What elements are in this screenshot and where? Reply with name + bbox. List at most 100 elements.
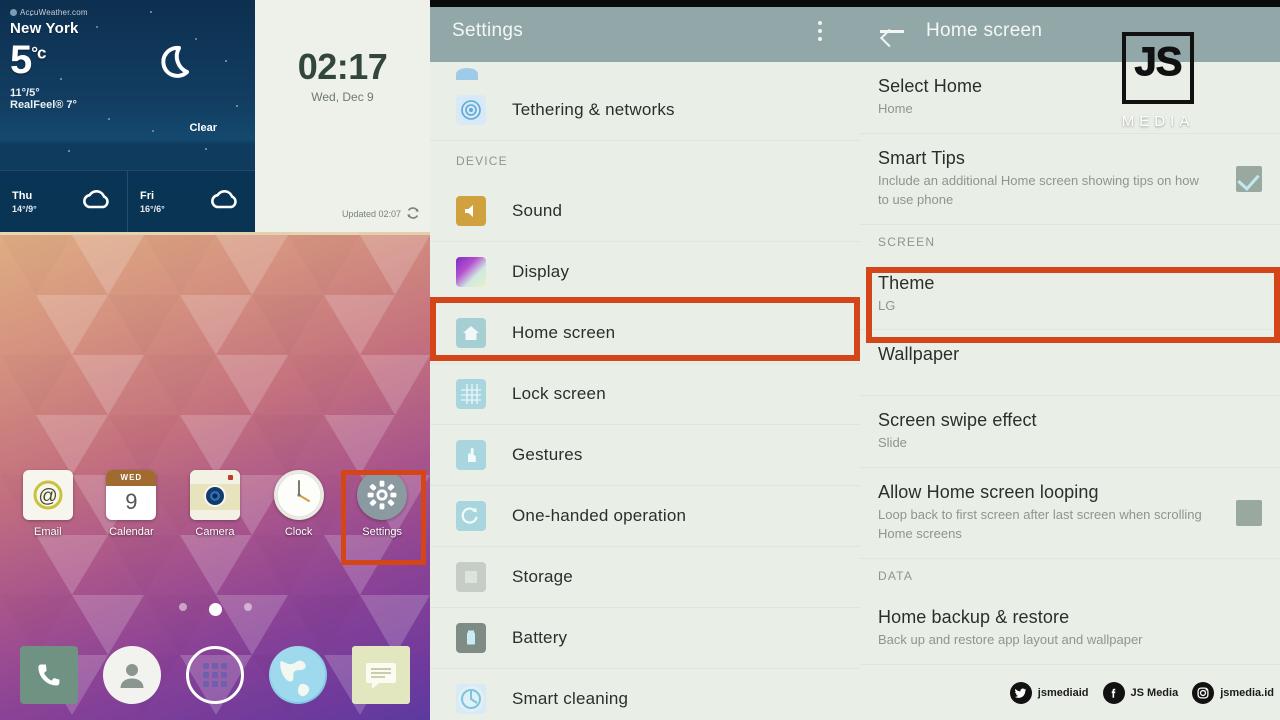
page-dot-active[interactable] [208, 603, 222, 616]
app-icon-settings[interactable]: Settings [345, 470, 419, 538]
home-screen-settings-list[interactable]: Select Home Home Smart Tips Include an a… [860, 62, 1280, 665]
screenshot-root: AccuWeather.com New York 5°c 11°/5° Real… [0, 0, 1280, 720]
setting-row-theme[interactable]: Theme LG [860, 259, 1280, 331]
setting-row-home-backup-restore[interactable]: Home backup & restore Back up and restor… [860, 593, 1280, 665]
page-indicator[interactable] [0, 603, 430, 616]
svg-text:@: @ [38, 486, 57, 507]
app-label: Camera [195, 526, 235, 538]
clock-icon [273, 470, 324, 520]
forecast-day: Fri 16°/6° [127, 171, 255, 232]
dock-item-browser[interactable] [268, 646, 327, 704]
forecast-day-label: Thu [12, 189, 33, 202]
app-label: Clock [284, 526, 313, 538]
dock-item-app-drawer[interactable] [185, 646, 244, 704]
settings-item-sound[interactable]: Sound [430, 181, 860, 242]
gear-icon [357, 470, 408, 520]
home-dock[interactable] [0, 630, 430, 720]
page-dot[interactable] [178, 603, 187, 611]
home-screen-settings-panel[interactable]: Home screen Select Home Home Smart Tips … [860, 0, 1280, 720]
refresh-icon[interactable] [406, 206, 420, 222]
cloud-icon [81, 188, 111, 215]
back-arrow-icon[interactable] [880, 22, 904, 40]
settings-item-home-screen[interactable]: Home screen [430, 303, 860, 364]
app-label: Calendar [109, 526, 154, 538]
weather-city: New York [10, 20, 79, 37]
dock-item-memo[interactable] [351, 646, 410, 704]
setting-subtitle: Slide [878, 435, 907, 451]
person-icon [120, 664, 144, 688]
facebook-icon [1102, 682, 1125, 704]
setting-title: Screen swipe effect [878, 410, 1037, 431]
settings-app-bar: Settings [430, 0, 860, 62]
settings-item-label: One-handed operation [512, 506, 687, 525]
settings-item-storage[interactable]: Storage [430, 547, 860, 608]
weather-condition: Clear [189, 122, 217, 134]
social-handle: JS Media [1130, 687, 1179, 699]
setting-title: Home backup & restore [878, 606, 1070, 627]
weather-forecast: Thu 14°/9° Fri 16°/6° [0, 170, 255, 232]
weather-realfeel: RealFeel® 7° [10, 99, 77, 111]
settings-item-lock-screen[interactable]: Lock screen [430, 364, 860, 425]
phone-icon [38, 664, 60, 686]
settings-item-label: Display [512, 262, 570, 281]
settings-panel[interactable]: Settings Tethering & networks DEVICE Sou… [430, 0, 860, 720]
settings-item-battery[interactable]: Battery [430, 608, 860, 669]
app-icon-clock[interactable]: Clock [262, 470, 336, 538]
social-handles-bar: jsmediaid JS Media jsmedia.id [1009, 682, 1274, 704]
home-widget[interactable]: AccuWeather.com New York 5°c 11°/5° Real… [0, 0, 430, 235]
page-dot[interactable] [243, 603, 252, 611]
setting-row-wallpaper[interactable]: Wallpaper [860, 330, 1280, 397]
camera-icon [189, 470, 240, 520]
twitter-icon [1009, 682, 1032, 704]
accuweather-logo-icon [10, 9, 17, 16]
settings-item-tethering[interactable]: Tethering & networks [430, 80, 860, 141]
allow-looping-checkbox[interactable] [1236, 500, 1262, 527]
calendar-day-number: 9 [125, 489, 138, 514]
settings-item-one-handed[interactable]: One-handed operation [430, 486, 860, 547]
kebab-menu-icon[interactable] [818, 21, 822, 41]
settings-row-partial[interactable] [430, 62, 860, 80]
setting-row-screen-swipe-effect[interactable]: Screen swipe effect Slide [860, 396, 1280, 469]
home-app-row[interactable]: @ Email WED 9 Calendar Camera Clock Sett… [0, 470, 430, 570]
moon-icon [155, 42, 199, 91]
setting-title: Theme [878, 272, 935, 293]
cloud-icon [209, 188, 239, 215]
setting-row-select-home[interactable]: Select Home Home [860, 62, 1280, 134]
dock-item-phone[interactable] [20, 646, 79, 704]
weather-source: AccuWeather.com [10, 8, 245, 17]
section-header-screen: SCREEN [878, 234, 936, 249]
home-screen-title: Home screen [926, 20, 1043, 41]
settings-item-gestures[interactable]: Gestures [430, 425, 860, 486]
lock-screen-icon [456, 379, 486, 409]
settings-item-smart-cleaning[interactable]: Smart cleaning [430, 669, 860, 720]
network-icon-partial [456, 68, 478, 80]
weather-widget[interactable]: AccuWeather.com New York 5°c 11°/5° Real… [0, 0, 255, 232]
settings-list[interactable]: Tethering & networks DEVICE Sound Displa… [430, 62, 860, 720]
settings-item-label: Sound [512, 201, 563, 220]
app-icon-email[interactable]: @ Email [11, 470, 85, 538]
setting-title: Wallpaper [878, 344, 960, 365]
section-header-data: DATA [878, 568, 914, 583]
setting-row-allow-home-screen-looping[interactable]: Allow Home screen looping Loop back to f… [860, 468, 1280, 559]
gestures-icon [456, 440, 486, 470]
smart-tips-checkbox[interactable] [1236, 165, 1262, 192]
setting-row-smart-tips[interactable]: Smart Tips Include an additional Home sc… [860, 134, 1280, 225]
clock-widget[interactable]: 02:17 Wed, Dec 9 Updated 02:07 [255, 0, 430, 232]
settings-item-label: Tethering & networks [512, 100, 675, 119]
social-facebook: JS Media [1102, 682, 1179, 704]
forecast-day-temps: 14°/9° [12, 203, 37, 214]
home-icon [456, 318, 486, 348]
forecast-day: Thu 14°/9° [0, 171, 127, 232]
home-screen[interactable]: AccuWeather.com New York 5°c 11°/5° Real… [0, 0, 430, 720]
clock-date: Wed, Dec 9 [311, 90, 374, 104]
app-icon-camera[interactable]: Camera [178, 470, 252, 538]
setting-subtitle: LG [878, 297, 896, 313]
battery-icon [456, 623, 486, 653]
settings-item-display[interactable]: Display [430, 242, 860, 303]
calendar-weekday: WED [106, 470, 157, 486]
js-media-logo-text: JS [1134, 40, 1183, 85]
app-icon-calendar[interactable]: WED 9 Calendar [94, 470, 168, 538]
weather-updated[interactable]: Updated 02:07 [342, 206, 420, 222]
dock-item-contacts[interactable] [103, 646, 162, 704]
setting-title: Select Home [878, 76, 983, 96]
